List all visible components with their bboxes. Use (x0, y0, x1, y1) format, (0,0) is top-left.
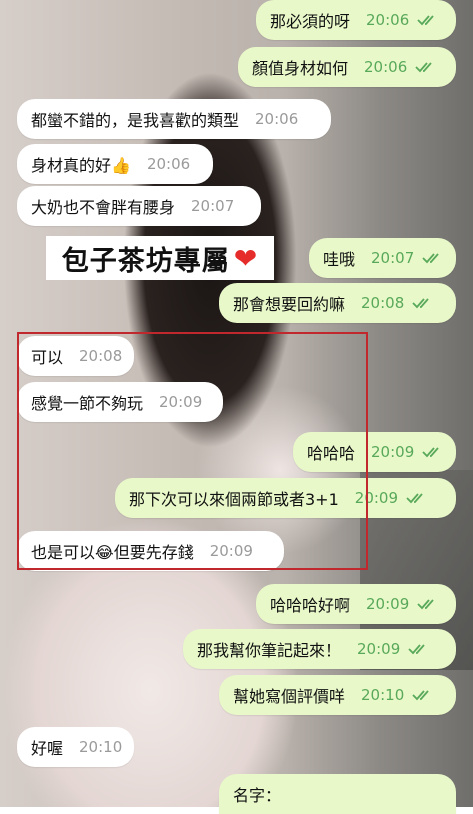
message-bubble-incoming[interactable]: 大奶也不會胖有腰身 20:07 (17, 186, 261, 226)
message-text: 哈哈哈好啊 (270, 596, 351, 615)
double-check-icon (422, 445, 444, 459)
message-text: 顏值身材如何 (252, 59, 349, 78)
message-bubble-incoming[interactable]: 身材真的好👍 20:06 (17, 144, 213, 184)
message-bubble-outgoing[interactable]: 那我幫你筆記起來！ 20:09 (183, 629, 456, 669)
message-time: 20:06 (255, 110, 299, 128)
heart-icon: ❤ (233, 241, 259, 275)
message-bubble-outgoing[interactable]: 哇哦 20:07 (309, 238, 456, 278)
message-time: 20:10 (361, 686, 405, 704)
message-text: 那必須的呀 (270, 12, 351, 31)
message-time: 20:10 (79, 738, 123, 756)
message-text: 幫她寫個評價咩 (233, 687, 346, 706)
message-text: 那我幫你筆記起來！ (197, 641, 342, 660)
message-time: 20:09 (366, 595, 410, 613)
message-time: 20:07 (371, 249, 415, 267)
highlight-box (17, 332, 368, 570)
watermark-text: 包子茶坊專屬 (61, 245, 230, 277)
message-time: 20:09 (357, 640, 401, 658)
message-bubble-outgoing[interactable]: 幫她寫個評價咩 20:10 (219, 675, 456, 715)
message-bubble-outgoing[interactable]: 哈哈哈好啊 20:09 (256, 584, 456, 624)
message-bubble-incoming[interactable]: 好喔 20:10 (17, 727, 134, 767)
message-time: 20:08 (361, 294, 405, 312)
double-check-icon (406, 491, 428, 505)
message-text: 身材真的好👍 (31, 156, 131, 175)
message-bubble-outgoing[interactable]: 那會想要回約嘛 20:08 (219, 283, 456, 323)
double-check-icon (415, 60, 437, 74)
double-check-icon (417, 13, 439, 27)
message-bubble-outgoing[interactable]: 顏值身材如何 20:06 (238, 47, 456, 87)
message-time: 20:09 (371, 443, 415, 461)
message-text: 那會想要回約嘛 (233, 295, 346, 314)
watermark-banner: 包子茶坊專屬 ❤ (46, 236, 274, 280)
message-time: 20:06 (364, 58, 408, 76)
message-bubble-outgoing[interactable]: 名字： (219, 774, 456, 814)
message-time: 20:06 (146, 155, 191, 173)
message-text: 大奶也不會胖有腰身 (31, 198, 176, 217)
message-bubble-outgoing[interactable]: 那必須的呀 20:06 (256, 0, 456, 40)
double-check-icon (417, 597, 439, 611)
message-time: 20:07 (191, 197, 235, 215)
message-text: 哇哦 (323, 250, 356, 269)
message-bubble-incoming[interactable]: 都蠻不錯的，是我喜歡的類型 20:06 (17, 99, 331, 139)
double-check-icon (412, 688, 434, 702)
double-check-icon (412, 296, 434, 310)
double-check-icon (408, 642, 430, 656)
double-check-icon (422, 251, 444, 265)
message-text: 好喔 (31, 739, 64, 758)
message-text: 名字： (233, 786, 282, 805)
message-text: 都蠻不錯的，是我喜歡的類型 (31, 111, 240, 130)
message-time: 20:06 (366, 11, 410, 29)
